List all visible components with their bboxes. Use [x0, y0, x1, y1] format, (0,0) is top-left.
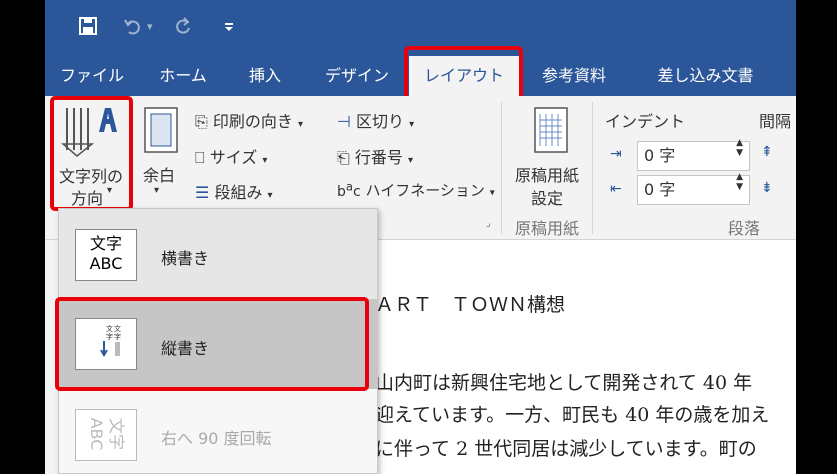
columns-label: 段組み [214, 183, 263, 202]
chevron-down-icon: ▾ [154, 185, 160, 196]
margins-label[interactable]: 余白 [143, 162, 175, 186]
vertical-item-highlight [55, 297, 369, 391]
indent-right-icon: ⇤ [610, 181, 622, 197]
group-separator [501, 102, 502, 234]
line-numbers-label: 行番号 [354, 148, 403, 167]
paragraph-group-label: 段落 [728, 219, 761, 238]
chevron-down-icon: ▾ [489, 187, 495, 199]
line-numbers-icon: ⎗ [337, 148, 350, 167]
customize-qat-icon[interactable] [223, 12, 235, 40]
orientation-button[interactable]: ⎘ 印刷の向き ▾ [195, 108, 303, 132]
text-direction-highlight [50, 96, 133, 211]
spinner-icon[interactable]: ▲ ▼ [736, 138, 743, 158]
chevron-down-icon: ▾ [267, 190, 273, 201]
spacing-label: 間隔 [759, 112, 792, 131]
document-line: に伴って 2 世代同居は減少しています。町の [375, 438, 757, 460]
tab-design[interactable]: デザイン [317, 56, 397, 96]
tab-home[interactable]: ホーム [148, 56, 218, 96]
spacing-before-icon: ⇞ [761, 144, 773, 160]
save-icon[interactable] [78, 12, 98, 40]
group-separator [592, 102, 593, 234]
indent-right-value: 0 字 [644, 180, 676, 199]
orientation-label: 印刷の向き [212, 112, 293, 131]
hyphenation-icon: bac [337, 179, 361, 200]
manuscript-label-2[interactable]: 設定 [531, 185, 563, 209]
indent-label: インデント [605, 112, 686, 131]
indent-left-value: 0 字 [644, 146, 676, 165]
margins-icon [143, 106, 179, 158]
document-page[interactable]: ＡＲＴ ＴＯＷＮ構想 山内町は新興住宅地として開発されて 40 年 迎えています… [375, 240, 796, 474]
tab-insert[interactable]: 挿入 [240, 56, 290, 96]
menu-item-horizontal[interactable]: 文字 ABC 横書き [59, 209, 377, 299]
menu-item-rotate-90[interactable]: 文字 ABC 右へ 90 度回転 [59, 389, 377, 474]
page-setup-launcher-icon[interactable]: ⌟ [486, 218, 491, 229]
tab-mailings[interactable]: 差し込み文書 [643, 56, 768, 96]
columns-icon: ☰ [195, 183, 210, 202]
spacing-after-icon: ⇟ [761, 180, 773, 196]
columns-button[interactable]: ☰ 段組み ▾ [195, 179, 273, 203]
text-direction-menu: 文字 ABC 横書き 文字文字 縦書き 文字 ABC 右へ 90 度回転 [55, 208, 378, 474]
document-line: ＡＲＴ ＴＯＷＮ構想 [375, 294, 566, 316]
chevron-down-icon: ▾ [262, 155, 268, 166]
breaks-label: 区切り [356, 112, 405, 131]
manuscript-label-1[interactable]: 原稿用紙 [515, 162, 579, 186]
indent-left-field[interactable]: 0 字 ▲ ▼ [637, 138, 750, 171]
tab-file[interactable]: ファイル [57, 56, 127, 96]
indent-right-field[interactable]: 0 字 ▲ ▼ [637, 172, 750, 205]
line-numbers-button[interactable]: ⎗ 行番号 ▾ [337, 144, 413, 168]
undo-icon[interactable] [123, 12, 143, 40]
spinner-icon[interactable]: ▲ ▼ [736, 172, 743, 192]
manuscript-icon [533, 106, 569, 158]
chevron-down-icon: ▾ [409, 119, 415, 130]
tab-references[interactable]: 参考資料 [529, 56, 619, 96]
indent-left-icon: ⇥ [610, 146, 622, 162]
undo-dropdown-icon[interactable]: ▾ [147, 12, 153, 40]
size-icon: ⎕ [195, 148, 205, 167]
size-label: サイズ [209, 148, 258, 167]
chevron-down-icon: ▾ [298, 119, 304, 130]
chevron-down-icon: ▾ [408, 155, 414, 166]
breaks-icon: ⊣ [337, 112, 351, 131]
layout-tab-highlight [404, 46, 523, 101]
orientation-icon: ⎘ [195, 112, 208, 131]
document-line: 迎えています。一方、町民も 40 年の歳を加え [375, 404, 770, 426]
menu-item-label: 右へ 90 度回転 [161, 429, 272, 448]
rotate-text-icon: 文字 ABC [75, 409, 137, 461]
menu-item-label: 横書き [161, 249, 210, 268]
hyphenation-button[interactable]: bac ハイフネーション ▾ [337, 179, 495, 201]
redo-icon[interactable] [173, 12, 193, 40]
manuscript-group-label: 原稿用紙 [515, 219, 580, 238]
document-line: 山内町は新興住宅地として開発されて 40 年 [375, 372, 753, 394]
hyphenation-label: ハイフネーション [365, 181, 485, 200]
size-button[interactable]: ⎕ サイズ ▾ [195, 144, 267, 168]
word-window: ▾ ファイル ホーム 挿入 デザイン レイアウト 参考資料 差し込み文書 文字列… [45, 0, 796, 474]
breaks-button[interactable]: ⊣ 区切り ▾ [337, 108, 414, 132]
horizontal-text-icon: 文字 ABC [75, 229, 137, 281]
